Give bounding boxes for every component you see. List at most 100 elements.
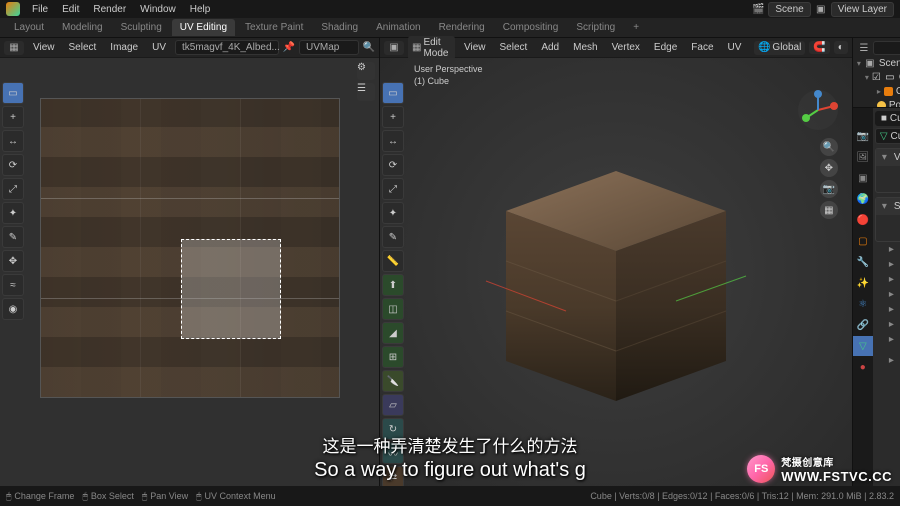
tab-rendering[interactable]: Rendering xyxy=(431,19,493,36)
orientation-gizmo[interactable] xyxy=(796,88,840,132)
image-name-field[interactable]: tk5magvf_4K_Albed... xyxy=(175,40,279,55)
tab-uv-editing[interactable]: UV Editing xyxy=(172,19,235,36)
tool3d-extrude[interactable]: ⬆ xyxy=(382,274,404,296)
ptab-world[interactable]: 🔴 xyxy=(853,210,873,230)
tab-shading[interactable]: Shading xyxy=(313,19,366,36)
section-custom-properties[interactable]: Custom Properties xyxy=(875,347,900,373)
tool-annotate[interactable]: ✎ xyxy=(2,226,24,248)
tab-modeling[interactable]: Modeling xyxy=(54,19,111,36)
tool-pinch[interactable]: ◉ xyxy=(2,298,24,320)
tool3d-cursor[interactable]: + xyxy=(382,106,404,128)
ptab-viewlayer[interactable]: ▣ xyxy=(853,168,873,188)
tool3d-rotate[interactable]: ⟳ xyxy=(382,154,404,176)
pin-icon[interactable]: 📌 xyxy=(283,42,295,54)
viewlayer-selector[interactable]: View Layer xyxy=(831,2,894,17)
ptab-render[interactable]: 📷 xyxy=(853,126,873,146)
tab-compositing[interactable]: Compositing xyxy=(495,19,567,36)
tool3d-move[interactable]: ↔ xyxy=(382,130,404,152)
tool3d-polybuild[interactable]: ▱ xyxy=(382,394,404,416)
section-header-shape-keys[interactable]: Shape Keys xyxy=(876,198,900,215)
section-geometry-data[interactable]: Geometry Data xyxy=(875,332,900,347)
ptab-constraint[interactable]: 🔗 xyxy=(853,315,873,335)
editor-type-3d-dropdown[interactable]: ▣ xyxy=(384,41,404,55)
editor-type-dropdown[interactable]: ▦ xyxy=(4,41,24,55)
section-normals[interactable]: Normals xyxy=(875,287,900,302)
tool-transform[interactable]: ✦ xyxy=(2,202,24,224)
tool3d-annotate[interactable]: ✎ xyxy=(382,226,404,248)
mode-selector[interactable]: ▦Edit Mode xyxy=(408,36,455,60)
vp-menu-uv[interactable]: UV xyxy=(723,40,747,55)
zoom-icon[interactable]: 🔍 xyxy=(820,138,838,156)
uv-menu-view[interactable]: View xyxy=(28,40,60,55)
ptab-scene[interactable]: 🌍 xyxy=(853,189,873,209)
uv-menu-uv[interactable]: UV xyxy=(147,40,171,55)
search-icon[interactable]: 🔍 xyxy=(363,42,375,54)
tree-scene-collection[interactable]: ▾▣ Scene Collection xyxy=(855,56,900,70)
tab-animation[interactable]: Animation xyxy=(368,19,428,36)
ptab-material[interactable]: ● xyxy=(853,357,873,377)
tab-layout[interactable]: Layout xyxy=(6,19,52,36)
uv-selection-overlay[interactable] xyxy=(181,239,281,339)
uv-menu-select[interactable]: Select xyxy=(64,40,102,55)
tool-select-box[interactable]: ▭ xyxy=(2,82,24,104)
tree-collection[interactable]: ▾☑▭ Collection 👁 xyxy=(855,70,900,84)
vp-menu-mesh[interactable]: Mesh xyxy=(568,40,602,55)
vp-menu-vertex[interactable]: Vertex xyxy=(607,40,645,55)
vp-menu-view[interactable]: View xyxy=(459,40,491,55)
tool3d-transform[interactable]: ✦ xyxy=(382,202,404,224)
ptab-physics[interactable]: ⚛ xyxy=(853,294,873,314)
ptab-object[interactable]: ▢ xyxy=(853,231,873,251)
tool-scale[interactable]: ⤢ xyxy=(2,178,24,200)
data-name-field[interactable]: ▽Cube xyxy=(875,128,900,144)
tool3d-slide[interactable]: ⇄ xyxy=(382,466,404,486)
scene-selector[interactable]: Scene xyxy=(768,2,810,17)
camera-icon[interactable]: 📷 xyxy=(820,180,838,198)
uv-canvas[interactable]: ▭ + ↔ ⟳ ⤢ ✦ ✎ ✥ ≈ ◉ ⚙ ☰ xyxy=(0,58,379,486)
orientation-dropdown[interactable]: 🌐Global xyxy=(754,41,805,55)
vp-menu-face[interactable]: Face xyxy=(686,40,718,55)
tool-grab[interactable]: ✥ xyxy=(2,250,24,272)
ptab-output[interactable]: 🖼 xyxy=(853,147,873,167)
perspective-icon[interactable]: ▦ xyxy=(820,201,838,219)
viewport-canvas[interactable]: ▭ + ↔ ⟳ ⤢ ✦ ✎ 📏 ⬆ ◫ ◢ ⊞ 🔪 ▱ ↻ 〰 ⇄ ⇕ ◣ xyxy=(380,58,852,486)
crumb-object[interactable]: ■Cube xyxy=(875,111,900,126)
menu-file[interactable]: File xyxy=(26,2,54,17)
tool3d-bevel[interactable]: ◢ xyxy=(382,322,404,344)
uv-menu-image[interactable]: Image xyxy=(105,40,143,55)
vp-menu-select[interactable]: Select xyxy=(495,40,533,55)
tool3d-inset[interactable]: ◫ xyxy=(382,298,404,320)
section-face-maps[interactable]: Face Maps xyxy=(875,272,900,287)
tool-move[interactable]: ↔ xyxy=(2,130,24,152)
section-remesh[interactable]: Remesh xyxy=(875,317,900,332)
snap-dropdown[interactable]: 🧲 xyxy=(809,41,829,54)
tab-scripting[interactable]: Scripting xyxy=(568,19,623,36)
section-vertex-colors[interactable]: Vertex Colors xyxy=(875,257,900,272)
tool3d-scale[interactable]: ⤢ xyxy=(382,178,404,200)
tool-relax[interactable]: ≈ xyxy=(2,274,24,296)
shading-dropdown[interactable]: ◐ xyxy=(834,41,848,54)
tool3d-spin[interactable]: ↻ xyxy=(382,418,404,440)
menu-window[interactable]: Window xyxy=(134,2,182,17)
tab-texture-paint[interactable]: Texture Paint xyxy=(237,19,311,36)
section-uv-maps[interactable]: UV Maps xyxy=(875,242,900,257)
tab-sculpting[interactable]: Sculpting xyxy=(113,19,170,36)
options-icon[interactable]: ☰ xyxy=(357,83,375,101)
pan-icon[interactable]: ✥ xyxy=(820,159,838,177)
tool-cursor[interactable]: + xyxy=(2,106,24,128)
vp-menu-edge[interactable]: Edge xyxy=(649,40,682,55)
tool3d-loopcut[interactable]: ⊞ xyxy=(382,346,404,368)
ptab-particle[interactable]: ✨ xyxy=(853,273,873,293)
section-texture-space[interactable]: Texture Space xyxy=(875,302,900,317)
tool-rotate[interactable]: ⟳ xyxy=(2,154,24,176)
tool3d-smooth[interactable]: 〰 xyxy=(382,442,404,464)
tree-item-cube[interactable]: ▸ Cube 👁 xyxy=(855,84,900,98)
tab-add-workspace[interactable]: + xyxy=(625,19,647,36)
ptab-mesh-data[interactable]: ▽ xyxy=(853,336,873,356)
tool3d-knife[interactable]: 🔪 xyxy=(382,370,404,392)
tree-item-point[interactable]: Point 👁 xyxy=(855,98,900,108)
vp-menu-add[interactable]: Add xyxy=(536,40,564,55)
menu-edit[interactable]: Edit xyxy=(56,2,85,17)
uvmap-field[interactable]: UVMap xyxy=(299,40,359,55)
gear-icon[interactable]: ⚙ xyxy=(357,62,375,80)
ptab-modifier[interactable]: 🔧 xyxy=(853,252,873,272)
